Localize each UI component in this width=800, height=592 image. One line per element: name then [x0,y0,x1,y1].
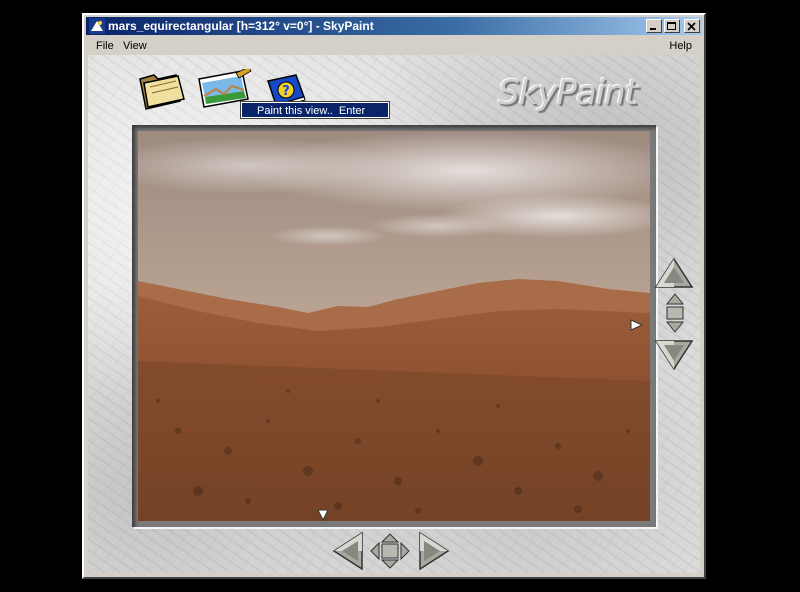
window-controls [646,19,700,33]
svg-text:?: ? [282,84,290,99]
tilt-down-button[interactable] [654,339,694,371]
panorama-viewport[interactable] [138,131,650,521]
marble-panel: ? SkyPaint Paint this view.. Enter [88,55,700,573]
pan-right-button[interactable] [418,531,450,571]
menu-file[interactable]: File [90,37,120,55]
maximize-icon [667,22,676,30]
pan-center-button[interactable] [370,533,410,569]
pitch-marker-icon [630,319,644,331]
menu-bar: File View Help [86,37,702,55]
pan-left-button[interactable] [332,531,364,571]
window-title: mars_equirectangular [h=312° v=0°] - Sky… [108,19,374,33]
tilt-center-button[interactable] [662,293,688,333]
close-button[interactable] [684,19,700,33]
skypaint-window: mars_equirectangular [h=312° v=0°] - Sky… [82,13,706,579]
heading-marker-icon [317,509,329,521]
open-folder-icon[interactable] [136,67,188,111]
viewport-frame [132,125,656,527]
minimize-button[interactable] [646,19,662,33]
app-icon[interactable] [89,18,105,34]
menu-view[interactable]: View [117,37,153,55]
skypaint-logo: SkyPaint [498,73,638,113]
paint-view-tooltip: Paint this view.. Enter [240,101,390,119]
title-bar[interactable]: mars_equirectangular [h=312° v=0°] - Sky… [86,17,702,35]
tilt-up-button[interactable] [654,257,694,289]
close-icon [687,22,696,31]
menu-help[interactable]: Help [663,37,698,55]
maximize-button[interactable] [664,19,680,33]
minimize-icon [650,28,656,30]
